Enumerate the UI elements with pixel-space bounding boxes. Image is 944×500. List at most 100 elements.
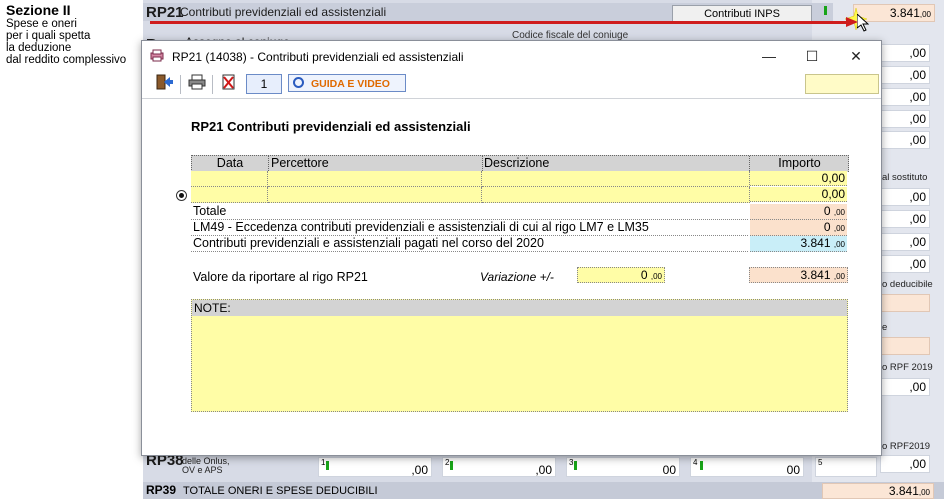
deducibile-amount-field[interactable] [880,294,930,312]
valore-field: 3.841 ,00 [749,267,848,283]
rp38-sublabel-line: OV e APS [182,465,223,475]
field-marker-icon [574,461,577,470]
red-arrow-indicator [150,21,850,24]
rp39-title: TOTALE ONERI E SPESE DEDUCIBILI [183,485,378,497]
printer-app-icon [150,49,164,62]
cell-data[interactable] [191,187,268,203]
amount-field[interactable]: ,00 [880,233,930,251]
amount-field[interactable]: ,00 [880,66,930,84]
rp21-dialog: RP21 (14038) - Contributi previdenziali … [141,40,882,456]
table-header: Data Percettore Descrizione Importo [191,155,849,172]
rp21-amount-decimals: ,00 [919,10,931,19]
e-amount-field[interactable] [880,337,930,355]
cell-percettore[interactable] [268,171,482,187]
variazione-decimals: ,00 [650,272,662,281]
amount-field[interactable]: ,00 [880,131,930,149]
totale-value: 0 [823,204,831,218]
valore-decimals: ,00 [833,272,845,281]
field-marker-icon [700,461,703,470]
rp21-amount: 3.841 [889,6,920,20]
valore-rigo-label: Valore da riportare al rigo RP21 [193,270,368,284]
deducibile-label: o deducibile [882,279,933,290]
lm49-value: 0 [823,220,831,234]
amount-field[interactable]: ,00 [880,88,930,106]
variazione-value: 0 [640,268,648,282]
section-description-line: la deduzione [6,42,72,54]
header-data: Data [192,156,269,171]
variazione-label: Variazione +/- [480,270,554,284]
dialog-toolbar: 1 GUIDA E VIDEO [142,72,881,99]
field-marker-icon [824,6,827,15]
cell-percettore[interactable] [268,187,482,203]
rp21-label: RP21 [146,4,184,21]
print-icon[interactable] [186,74,208,94]
note-area[interactable]: NOTE: [191,299,848,412]
amount-field[interactable]: ,00 [880,110,930,128]
rp38-col-value: 00 [662,463,676,477]
cell-descrizione[interactable] [482,171,750,187]
rp38-col-4[interactable]: 4 00 [690,457,804,477]
variazione-field[interactable]: 0 ,00 [577,267,665,283]
lm49-label: LM49 - Eccedenza contributi previdenzial… [191,220,748,236]
rp39-amount-decimals: ,00 [918,488,930,497]
amount-field[interactable]: ,00 [880,210,930,228]
amount-field[interactable]: ,00 [880,188,930,206]
rp39-amount: 3.841 [888,484,919,498]
rp38-col-3[interactable]: 3 00 [566,457,680,477]
section-description: Spese e oneri per i quali spetta la dedu… [6,18,141,66]
contributi-pagati-decimals: ,00 [833,240,845,249]
rp38-col-number: 4 [693,458,698,467]
page-number-field[interactable]: 1 [246,74,282,94]
rp38-col-number: 5 [818,458,823,467]
amount-field[interactable]: ,00 [880,378,930,396]
guida-video-button[interactable]: GUIDA E VIDEO [288,74,406,92]
cell-importo[interactable]: 0,00 [750,171,847,186]
amount-field[interactable]: ,00 [880,255,930,273]
section-description-line: dal reddito complessivo [6,54,127,66]
rp38-col-number: 2 [445,458,450,467]
cell-descrizione[interactable] [482,187,750,203]
close-button[interactable]: ✕ [842,45,870,67]
rp38-col-2[interactable]: 2 ,00 [442,457,556,477]
rpf2019-label-2: o RPF2019 [882,441,931,452]
red-arrow-head [846,17,858,27]
delete-page-icon[interactable] [218,74,240,94]
maximize-button[interactable]: ☐ [798,45,826,67]
cell-data[interactable] [191,171,268,187]
dialog-titlebar[interactable]: RP21 (14038) - Contributi previdenziali … [142,41,881,71]
rp38-col-value: ,00 [411,463,428,477]
dialog-title: RP21 (14038) - Contributi previdenziali … [172,50,464,64]
totale-label: Totale [191,204,748,220]
exit-icon[interactable] [154,74,176,94]
magnifier-icon [293,77,304,88]
rp38-sublabel: delle Onlus, OV e APS [182,457,230,475]
section-description-line: Spese e oneri [6,18,77,30]
contributi-pagati-value: 3.841 [800,236,831,250]
section-title: Sezione II [6,2,71,18]
field-marker-icon [450,461,453,470]
rp38-col-number: 1 [321,458,326,467]
rpf2019-label: o RPF 2019 [882,362,933,373]
contributi-pagati-value-field[interactable]: 3.841 ,00 [750,236,847,252]
rp38-col-value: ,00 [535,463,552,477]
cell-importo[interactable]: 0,00 [750,187,847,202]
amount-field[interactable]: ,00 [880,44,930,62]
amount-field[interactable]: ,00 [880,455,930,473]
valore-value: 3.841 [800,268,831,282]
toolbar-separator [212,75,213,94]
header-importo: Importo [778,156,821,170]
rp39-label: RP39 [146,483,177,497]
totale-value-field: 0 ,00 [750,204,847,220]
rp38-col-5[interactable]: 5 [815,457,877,477]
toolbar-status-field [805,74,879,94]
row-selector-radio[interactable] [176,190,187,201]
header-descrizione: Descrizione [482,156,750,171]
lm49-value-field: 0 ,00 [750,220,847,236]
header-percettore: Percettore [269,156,483,171]
rp38-col-1[interactable]: 1 ,00 [318,457,432,477]
note-header: NOTE: [192,300,847,316]
section-description-line: per i quali spetta [6,30,91,42]
mouse-cursor-icon [856,12,870,32]
minimize-button[interactable]: — [755,45,783,67]
toolbar-separator [180,75,181,94]
